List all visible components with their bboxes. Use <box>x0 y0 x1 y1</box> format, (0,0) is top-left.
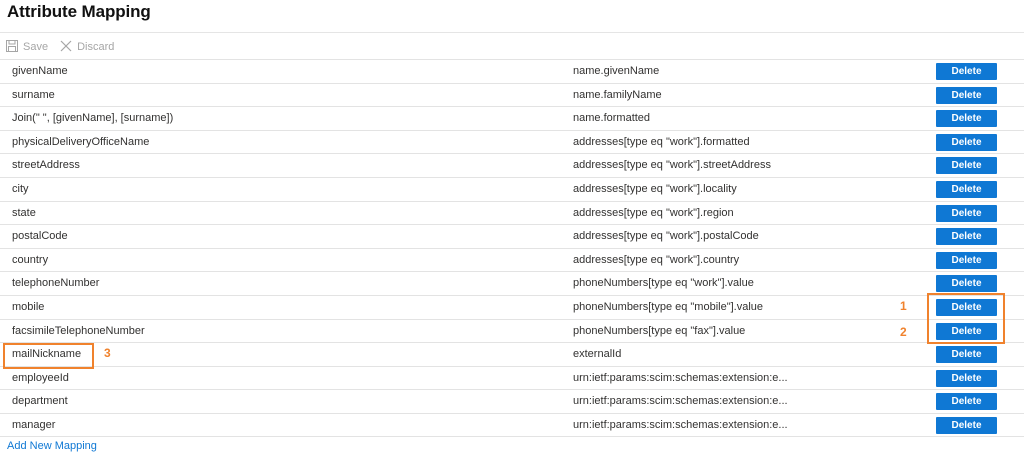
target-attribute: addresses[type eq "work"].country <box>573 253 740 266</box>
source-attribute: facsimileTelephoneNumber <box>12 324 145 337</box>
target-attribute: name.givenName <box>573 65 660 77</box>
discard-button[interactable]: Discard <box>60 40 114 55</box>
target-attribute: phoneNumbers[type eq "fax"].value <box>573 324 746 337</box>
target-attribute: addresses[type eq "work"].streetAddress <box>573 159 771 172</box>
source-attribute: surname <box>12 88 55 101</box>
annotation-label-2: 2 <box>900 325 907 339</box>
target-attribute: urn:ietf:params:scim:schemas:extension:e… <box>573 395 788 408</box>
highlight-box-delete-buttons <box>927 293 1005 344</box>
page-title: Attribute Mapping <box>7 2 151 21</box>
target-attribute: name.familyName <box>573 88 662 101</box>
delete-button[interactable]: Delete <box>936 63 997 80</box>
target-attribute: phoneNumbers[type eq "work"].value <box>573 277 754 290</box>
table-row[interactable]: facsimileTelephoneNumber phoneNumbers[typ… <box>0 318 1024 343</box>
source-attribute: city <box>12 182 29 195</box>
table-row[interactable]: streetAddress addresses[type eq "work"].s… <box>0 153 1024 177</box>
source-attribute: telephoneNumber <box>12 277 100 290</box>
target-attribute: addresses[type eq "work"].region <box>573 206 734 219</box>
table-row[interactable]: manager urn:ietf:params:scim:schemas:exte… <box>0 412 1024 437</box>
source-attribute: postalCode <box>12 230 68 243</box>
source-attribute: state <box>12 206 36 219</box>
mapping-table: givenName name.givenName Delete surname nam… <box>0 59 1024 437</box>
table-row[interactable]: telephoneNumber phoneNumbers[type eq "wor… <box>0 271 1024 295</box>
discard-label: Discard <box>77 41 115 53</box>
toolbar: Save Discard <box>6 39 126 55</box>
table-row[interactable]: department urn:ietf:params:scim:schemas:e… <box>0 389 1024 413</box>
table-row[interactable]: physicalDeliveryOfficeName addresses[type… <box>0 129 1024 154</box>
target-attribute: name.formatted <box>573 112 651 125</box>
annotation-label-1: 1 <box>900 299 907 313</box>
source-attribute: country <box>12 253 49 266</box>
table-row[interactable]: surname name.familyName Delete <box>0 82 1024 107</box>
save-label: Save <box>23 41 49 53</box>
source-attribute: employeeId <box>12 371 69 384</box>
target-attribute: addresses[type eq "work"].formatted <box>573 135 750 148</box>
delete-button[interactable]: Delete <box>936 275 997 293</box>
table-row[interactable]: mobile phoneNumbers[type eq "mobile"].val… <box>0 294 1024 319</box>
target-attribute: externalId <box>573 348 622 361</box>
add-new-mapping-link[interactable]: Add New Mapping <box>7 440 97 452</box>
delete-button[interactable]: Delete <box>936 228 997 246</box>
close-icon <box>60 40 77 55</box>
delete-button[interactable]: Delete <box>936 157 997 175</box>
delete-button[interactable]: Delete <box>936 110 997 128</box>
delete-button[interactable]: Delete <box>936 86 997 104</box>
source-attribute: mobile <box>12 300 45 313</box>
source-attribute: physicalDeliveryOfficeName <box>12 135 150 148</box>
delete-button[interactable]: Delete <box>936 133 997 151</box>
table-row[interactable]: mailNickname externalId Delete <box>0 342 1024 366</box>
delete-button[interactable]: Delete <box>936 251 997 269</box>
target-attribute: phoneNumbers[type eq "mobile"].value <box>573 300 764 313</box>
target-attribute: urn:ietf:params:scim:schemas:extension:e… <box>573 371 788 384</box>
save-button[interactable]: Save <box>6 39 49 55</box>
table-row[interactable]: givenName name.givenName Delete <box>0 59 1024 83</box>
delete-button[interactable]: Delete <box>936 416 997 434</box>
highlight-box-mailnickname <box>3 343 94 369</box>
save-icon <box>6 39 23 55</box>
source-attribute: department <box>12 395 68 408</box>
table-row[interactable]: employeeId urn:ietf:params:scim:schemas:e… <box>0 365 1024 390</box>
delete-button[interactable]: Delete <box>936 180 997 198</box>
annotation-label-3: 3 <box>104 346 111 360</box>
table-row[interactable]: postalCode addresses[type eq "work"].post… <box>0 224 1024 248</box>
table-row[interactable]: Join(" ", [givenName], [surname]) name.fo… <box>0 106 1024 130</box>
delete-button[interactable]: Delete <box>936 204 997 222</box>
table-row[interactable]: country addresses[type eq "work"].country… <box>0 247 1024 272</box>
source-attribute: Join(" ", [givenName], [surname]) <box>12 112 174 125</box>
delete-button[interactable]: Delete <box>936 346 997 364</box>
target-attribute: urn:ietf:params:scim:schemas:extension:e… <box>573 418 788 431</box>
title-divider <box>0 32 1024 33</box>
table-row[interactable]: city addresses[type eq "work"].locality De… <box>0 176 1024 201</box>
source-attribute: manager <box>12 418 56 431</box>
source-attribute: streetAddress <box>12 159 80 172</box>
delete-button[interactable]: Delete <box>936 393 997 411</box>
table-row[interactable]: state addresses[type eq "work"].region Del… <box>0 200 1024 225</box>
source-attribute: givenName <box>12 65 68 77</box>
delete-button[interactable]: Delete <box>936 369 997 387</box>
target-attribute: addresses[type eq "work"].postalCode <box>573 230 759 243</box>
target-attribute: addresses[type eq "work"].locality <box>573 182 737 195</box>
